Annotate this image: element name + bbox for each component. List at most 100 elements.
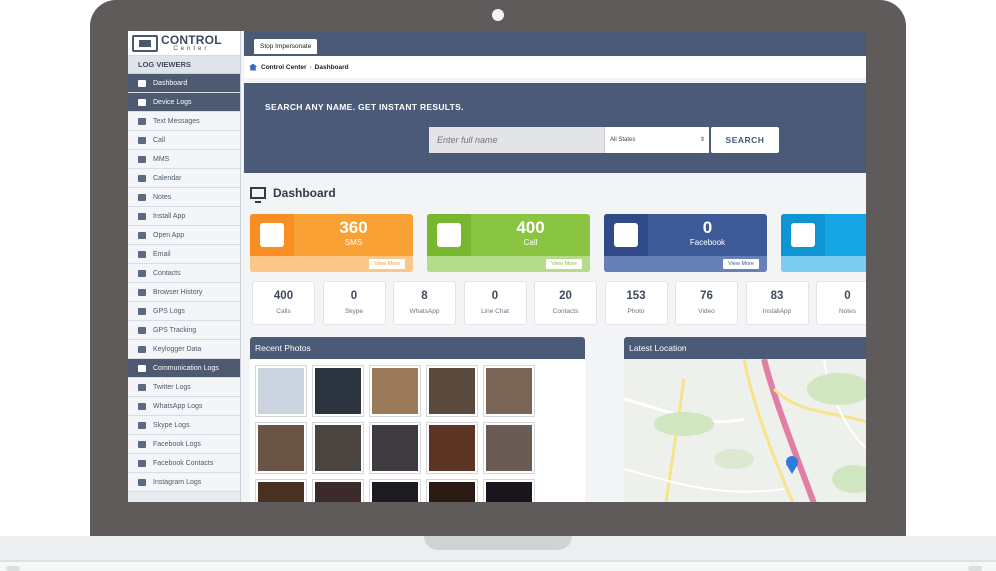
photo-thumbnail[interactable] [427, 480, 477, 502]
counter-tile[interactable]: 0 Skype [322, 281, 386, 325]
sidebar-item-label: Call [153, 136, 166, 144]
stat-card[interactable]: 360 SMS View More [250, 214, 413, 272]
photo-thumbnail[interactable] [313, 366, 363, 416]
sidebar-item[interactable]: Instagram Logs [128, 473, 240, 492]
stat-card-value: 0 [702, 218, 713, 237]
chevron-updown-icon: ⇕ [699, 137, 705, 143]
stat-card-value-area: 0 Facebook [648, 214, 767, 256]
counter-value: 76 [700, 290, 713, 302]
camera-icon [492, 9, 504, 21]
sidebar-item[interactable]: Facebook Contacts [128, 454, 240, 473]
counter-tile[interactable]: 76 Video [675, 281, 738, 325]
sidebar-item[interactable]: Install App [128, 207, 240, 226]
stat-card-icon-area [604, 214, 648, 256]
sidebar-item[interactable]: Call [128, 131, 240, 150]
sidebar-item[interactable]: GPS Logs [128, 302, 240, 321]
sidebar-item[interactable]: Communication Logs [128, 359, 240, 378]
laptop-base-shadow [0, 562, 996, 571]
logo-main: CONTROL [161, 33, 222, 47]
logo-sub: Center [173, 46, 210, 52]
menu-item-icon [138, 440, 146, 448]
sidebar-item-label: Communication Logs [153, 364, 219, 372]
photo-thumbnail[interactable] [484, 480, 534, 502]
sidebar-item[interactable]: MMS [128, 150, 240, 169]
laptop-foot-left [6, 566, 20, 571]
photo-thumbnail[interactable] [370, 480, 420, 502]
photo-thumbnail[interactable] [427, 423, 477, 473]
stop-impersonate-tab[interactable]: Stop Impersonate [254, 39, 318, 54]
location-map[interactable] [624, 359, 866, 502]
laptop-notch [424, 536, 572, 550]
photo-thumbnail[interactable] [370, 423, 420, 473]
counter-label: Notes [839, 308, 856, 315]
sidebar-item-label: Install App [153, 212, 186, 220]
sidebar-item[interactable]: Browser History [128, 283, 240, 302]
photo-thumbnail[interactable] [313, 423, 363, 473]
menu-item-icon [138, 345, 146, 353]
map-park-b [654, 412, 714, 436]
stat-card[interactable]: 400 Call View More [427, 214, 590, 272]
menu-item-icon [138, 364, 146, 372]
counter-tile[interactable]: 20 Contacts [534, 281, 597, 325]
counter-tile[interactable]: 0 Notes [816, 281, 866, 325]
menu-item-icon [138, 117, 146, 125]
logo[interactable]: CONTROL Center [128, 31, 240, 56]
sidebar-item[interactable]: Open App [128, 226, 240, 245]
sidebar-item[interactable]: Contacts [128, 264, 240, 283]
stat-card[interactable]: 0 Facebook View More [604, 214, 767, 272]
photo-thumbnail[interactable] [370, 366, 420, 416]
monitor-icon [250, 187, 266, 203]
photo-thumbnail[interactable] [313, 480, 363, 502]
sidebar-item[interactable]: Twitter Logs [128, 378, 240, 397]
sidebar-item[interactable]: Notes [128, 188, 240, 207]
sidebar-item[interactable]: Text Messages [128, 112, 240, 131]
counter-tile[interactable]: 83 InstallApp [745, 281, 809, 325]
sidebar-item[interactable]: Keylogger Data [128, 340, 240, 359]
photo-thumbnail[interactable] [484, 366, 534, 416]
stat-card[interactable] [781, 214, 866, 272]
view-more-button[interactable]: View More [723, 259, 759, 269]
search-button[interactable]: SEARCH [711, 127, 779, 153]
view-more-button[interactable]: View More [546, 259, 582, 269]
stat-card-value-area: 400 Call [471, 214, 590, 256]
photo-thumbnail[interactable] [256, 366, 306, 416]
dashboard-heading: Dashboard [250, 186, 336, 203]
breadcrumb-current: Dashboard [314, 63, 349, 71]
photo-thumbnail[interactable] [256, 423, 306, 473]
sidebar-item-label: Text Messages [153, 117, 200, 125]
stat-card-label: SMS [344, 238, 363, 247]
photo-thumbnail[interactable] [427, 366, 477, 416]
counter-label: Calls [276, 308, 291, 315]
menu-item-icon [138, 269, 146, 277]
latest-location-header: Latest Location [624, 337, 866, 359]
name-search-input[interactable] [429, 127, 604, 153]
view-more-button[interactable]: View More [369, 259, 405, 269]
state-select[interactable]: All States ⇕ [604, 127, 709, 153]
sidebar: CONTROL Center LOG VIEWERS Dashboard Devi… [128, 31, 241, 502]
sidebar-item[interactable]: WhatsApp Logs [128, 397, 240, 416]
stat-card-icon-area [250, 214, 294, 256]
photo-thumbnail[interactable] [256, 480, 306, 502]
counter-label: Skype [344, 308, 364, 315]
sidebar-item-label: Browser History [153, 288, 203, 296]
photo-thumbnail[interactable] [484, 423, 534, 473]
home-icon[interactable] [249, 63, 257, 71]
counter-tile[interactable]: 153 Photo [604, 281, 668, 325]
stat-card-footer: View More [427, 256, 590, 272]
sidebar-item[interactable]: Facebook Logs [128, 435, 240, 454]
dashboard-title: Dashboard [273, 186, 336, 200]
sidebar-item[interactable]: Skype Logs [128, 416, 240, 435]
sidebar-item[interactable]: Calendar [128, 169, 240, 188]
counter-tile[interactable]: 8 WhatsApp [393, 281, 456, 325]
breadcrumb-root[interactable]: Control Center [261, 64, 307, 71]
sidebar-item[interactable]: Device Logs [128, 93, 240, 112]
sidebar-item[interactable]: GPS Tracking [128, 321, 240, 340]
sidebar-item-label: Skype Logs [153, 421, 190, 429]
sidebar-item[interactable]: Dashboard [128, 74, 240, 93]
skype-icon [791, 223, 815, 247]
counter-tile[interactable]: 0 Line Chat [463, 281, 527, 325]
counter-label: Contacts [552, 308, 579, 315]
counter-tile[interactable]: 400 Calls [252, 281, 315, 325]
sidebar-item[interactable]: Email [128, 245, 240, 264]
menu-item-icon [138, 421, 146, 429]
